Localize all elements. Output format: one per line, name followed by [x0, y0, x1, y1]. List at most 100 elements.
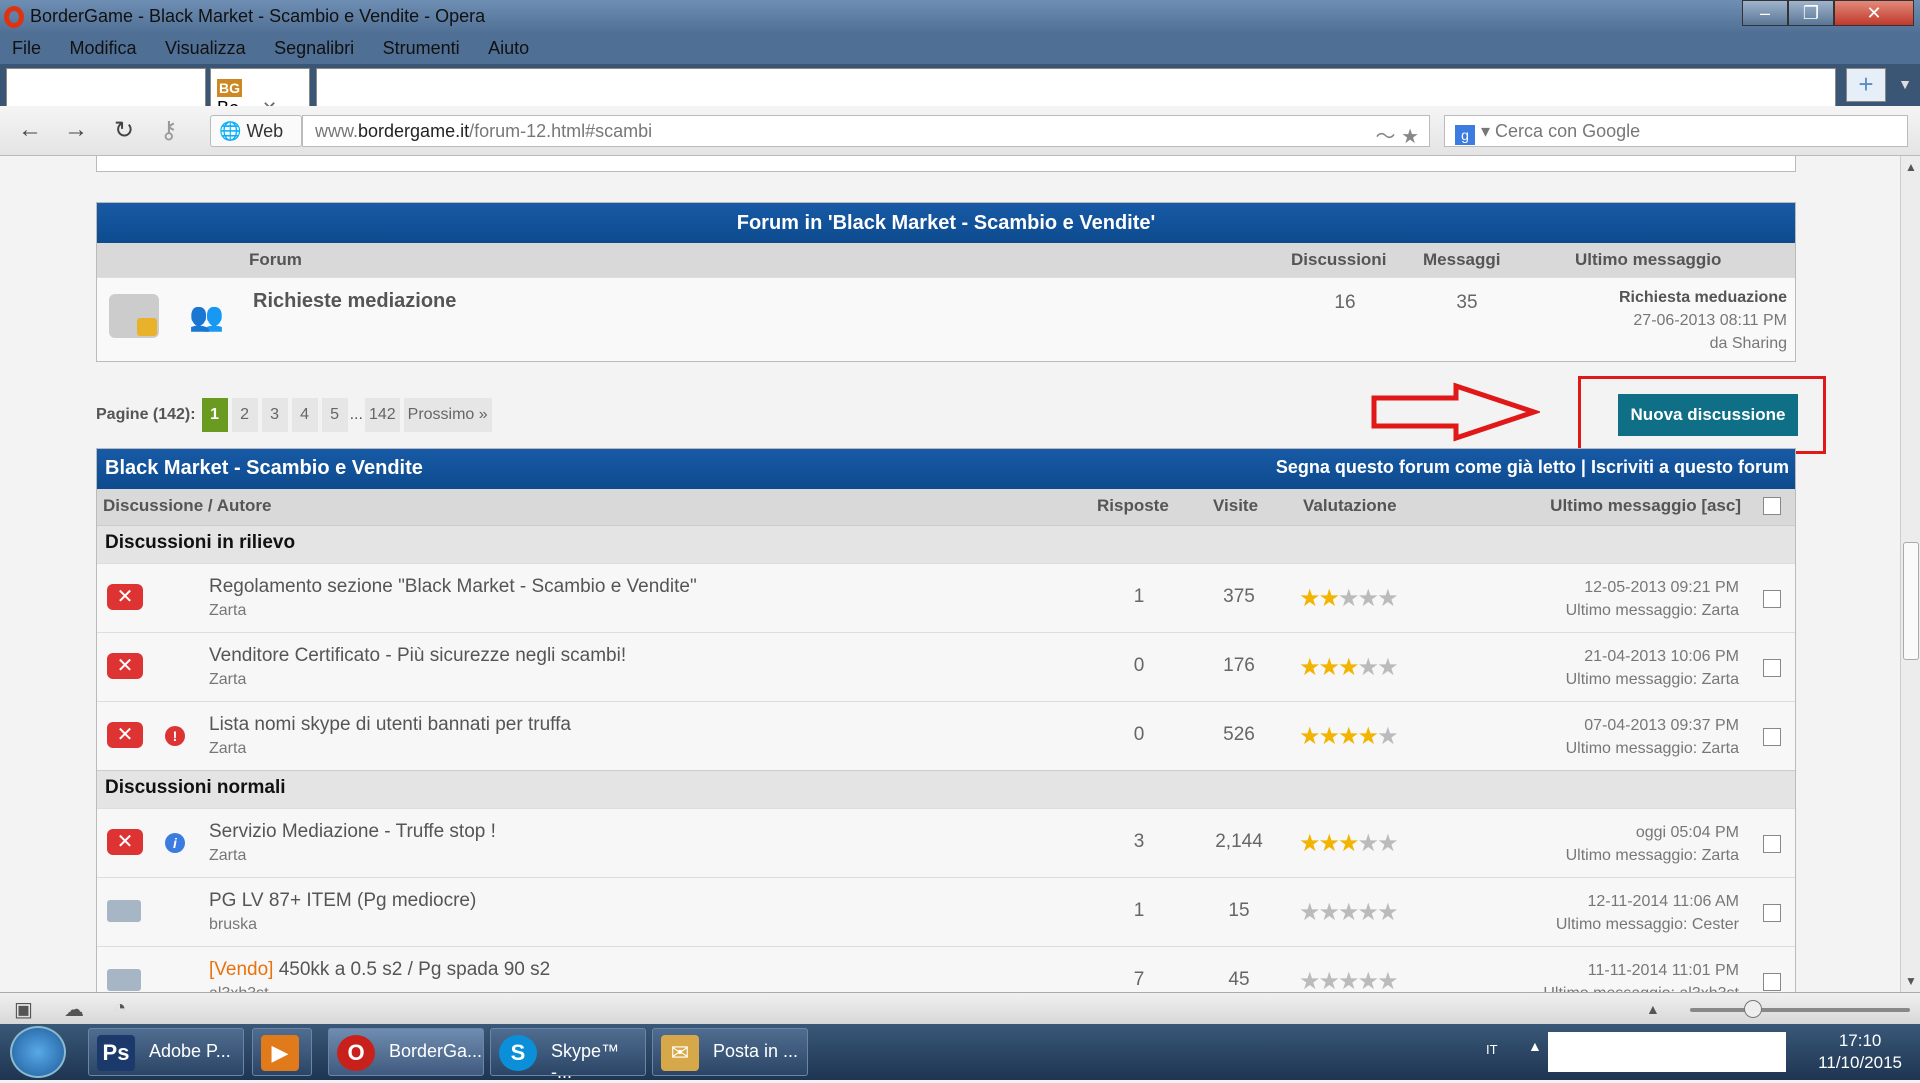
- thread-checkbox[interactable]: [1763, 835, 1781, 853]
- menu-modifica[interactable]: Modifica: [57, 34, 148, 59]
- google-icon[interactable]: g: [1455, 125, 1475, 145]
- zoom-slider[interactable]: [1690, 1000, 1910, 1018]
- thread-last-by[interactable]: Ultimo messaggio: Zarta: [1566, 599, 1739, 622]
- key-icon[interactable]: ⚷: [160, 116, 178, 145]
- tray-expand-icon[interactable]: ▲: [1528, 1038, 1542, 1054]
- panel-toggle-icon[interactable]: ▣: [14, 997, 33, 1022]
- thread-row[interactable]: PG LV 87+ ITEM (Pg mediocre) bruska 1 15…: [97, 877, 1795, 946]
- page-4[interactable]: 4: [291, 398, 318, 432]
- thread-last-by[interactable]: Ultimo messaggio: Zarta: [1566, 737, 1739, 760]
- url-input[interactable]: www.bordergame.it/forum-12.html#scambi 〜…: [302, 115, 1430, 149]
- back-arrow-icon[interactable]: ←: [18, 116, 42, 144]
- col-ultimo-messaggio-asc[interactable]: Ultimo messaggio [asc]: [1550, 496, 1741, 516]
- zoom-up-icon[interactable]: ▲: [1646, 1001, 1660, 1017]
- thread-checkbox[interactable]: [1763, 659, 1781, 677]
- subforum-last-title[interactable]: Richiesta meduazione: [1619, 286, 1787, 309]
- vertical-scrollbar[interactable]: ▲ ▼: [1900, 156, 1920, 992]
- thread-checkbox[interactable]: [1763, 590, 1781, 608]
- thread-last-by[interactable]: Ultimo messaggio: Cester: [1556, 913, 1739, 936]
- subforum-row[interactable]: 👥 Richieste mediazione 16 35 Richiesta m…: [97, 277, 1795, 361]
- threads-header: Black Market - Scambio e Vendite Segna q…: [97, 449, 1795, 489]
- close-window-button[interactable]: ✕: [1834, 0, 1914, 26]
- thread-author[interactable]: Zarta: [209, 602, 246, 620]
- thread-title[interactable]: Regolamento sezione "Black Market - Scam…: [209, 576, 697, 598]
- menu-visualizza[interactable]: Visualizza: [153, 34, 258, 59]
- turbo-icon[interactable]: ◔: [114, 997, 126, 1020]
- thread-title[interactable]: Servizio Mediazione - Truffe stop !: [209, 821, 496, 843]
- scroll-thumb[interactable]: [1903, 542, 1919, 660]
- scroll-up-icon[interactable]: ▲: [1905, 160, 1917, 174]
- thread-checkbox[interactable]: [1763, 904, 1781, 922]
- minimize-button[interactable]: –: [1742, 0, 1788, 26]
- thread-title[interactable]: PG LV 87+ ITEM (Pg mediocre): [209, 890, 476, 912]
- tab-bordergame[interactable]: BGBo...✕: [210, 68, 310, 118]
- page-next[interactable]: Prossimo »: [403, 398, 492, 432]
- col-discussione[interactable]: Discussione / Autore: [103, 496, 271, 516]
- taskbar-skype[interactable]: S Skype™ -...: [490, 1028, 646, 1082]
- thread-title[interactable]: Lista nomi skype di utenti bannati per t…: [209, 714, 571, 736]
- thread-title[interactable]: Venditore Certificato - Più sicurezze ne…: [209, 645, 626, 667]
- thread-author[interactable]: bruska: [209, 916, 257, 934]
- tab-empty[interactable]: [316, 68, 1836, 106]
- forward-arrow-icon[interactable]: →: [64, 116, 88, 144]
- rating-stars: ★★★★★: [1299, 585, 1399, 612]
- system-clock[interactable]: 17:10 11/10/2015: [1818, 1030, 1902, 1074]
- thread-author[interactable]: al3xh3st: [209, 985, 269, 992]
- opera-logo-icon: [4, 6, 24, 28]
- thread-author[interactable]: Zarta: [209, 740, 246, 758]
- page-3[interactable]: 3: [261, 398, 288, 432]
- taskbar-photoshop[interactable]: Ps Adobe P...: [88, 1028, 244, 1076]
- menu-segnalibri[interactable]: Segnalibri: [262, 34, 366, 59]
- subforum-last-by[interactable]: da Sharing: [1619, 332, 1787, 355]
- thread-row[interactable]: ✕ Regolamento sezione "Black Market - Sc…: [97, 563, 1795, 632]
- media-player-icon: ▶: [261, 1035, 299, 1071]
- reload-icon[interactable]: ↻: [114, 116, 134, 145]
- web-identity-button[interactable]: 🌐 Web: [210, 115, 302, 147]
- opera-unite-icon[interactable]: ☁: [64, 997, 84, 1022]
- thread-row[interactable]: [Vendo] 450kk a 0.5 s2 / Pg spada 90 s2 …: [97, 946, 1795, 992]
- page-2[interactable]: 2: [231, 398, 258, 432]
- globe-icon: 🌐: [219, 121, 242, 141]
- thread-last-by[interactable]: Ultimo messaggio: Zarta: [1566, 668, 1739, 691]
- thread-last-by[interactable]: Ultimo messaggio: al3xh3st: [1543, 982, 1739, 992]
- language-indicator[interactable]: IT: [1486, 1042, 1498, 1057]
- rss-star-icons[interactable]: 〜 ★: [1376, 120, 1420, 149]
- select-all-checkbox[interactable]: [1763, 497, 1781, 515]
- start-button[interactable]: [10, 1026, 66, 1078]
- zoom-slider-knob[interactable]: [1744, 1000, 1762, 1018]
- thread-row[interactable]: ✕ ! Lista nomi skype di utenti bannati p…: [97, 701, 1795, 770]
- col-visite[interactable]: Visite: [1213, 496, 1258, 516]
- scroll-down-icon[interactable]: ▼: [1905, 974, 1917, 988]
- taskbar-mail[interactable]: ✉ Posta in ...: [652, 1028, 808, 1076]
- menu-aiuto[interactable]: Aiuto: [476, 34, 541, 59]
- thread-row[interactable]: ✕ Venditore Certificato - Più sicurezze …: [97, 632, 1795, 701]
- menu-strumenti[interactable]: Strumenti: [371, 34, 472, 59]
- new-tab-button[interactable]: +: [1846, 68, 1886, 102]
- page-1[interactable]: 1: [201, 398, 228, 432]
- thread-checkbox[interactable]: [1763, 973, 1781, 991]
- thread-author[interactable]: Zarta: [209, 847, 246, 865]
- thread-title[interactable]: [Vendo] 450kk a 0.5 s2 / Pg spada 90 s2: [209, 959, 550, 981]
- taskbar-media-player[interactable]: ▶: [252, 1028, 312, 1076]
- tab-blank[interactable]: [6, 68, 206, 106]
- page-last[interactable]: 142: [364, 398, 400, 432]
- thread-author[interactable]: Zarta: [209, 671, 246, 689]
- taskbar-opera[interactable]: O BorderGa...: [328, 1028, 484, 1076]
- locked-thread-icon: ✕: [107, 584, 143, 610]
- col-risposte[interactable]: Risposte: [1097, 496, 1169, 516]
- subforum-link[interactable]: Richieste mediazione: [253, 290, 456, 313]
- thread-row[interactable]: ✕ i Servizio Mediazione - Truffe stop ! …: [97, 808, 1795, 877]
- search-dropdown-icon[interactable]: ▾: [1481, 121, 1495, 141]
- rss-icon[interactable]: 〜: [1376, 126, 1396, 148]
- col-valutazione[interactable]: Valutazione: [1303, 496, 1397, 516]
- bookmark-star-icon[interactable]: ★: [1401, 126, 1419, 148]
- search-input[interactable]: g ▾ Cerca con Google: [1444, 115, 1908, 147]
- threads-header-links[interactable]: Segna questo forum come già letto | Iscr…: [1276, 457, 1789, 478]
- tab-menu-icon[interactable]: ▼: [1898, 76, 1912, 92]
- new-thread-button[interactable]: Nuova discussione: [1618, 394, 1798, 436]
- thread-last-by[interactable]: Ultimo messaggio: Zarta: [1566, 844, 1739, 867]
- maximize-button[interactable]: ❐: [1788, 0, 1834, 26]
- page-5[interactable]: 5: [321, 398, 348, 432]
- menu-file[interactable]: File: [0, 34, 53, 59]
- thread-checkbox[interactable]: [1763, 728, 1781, 746]
